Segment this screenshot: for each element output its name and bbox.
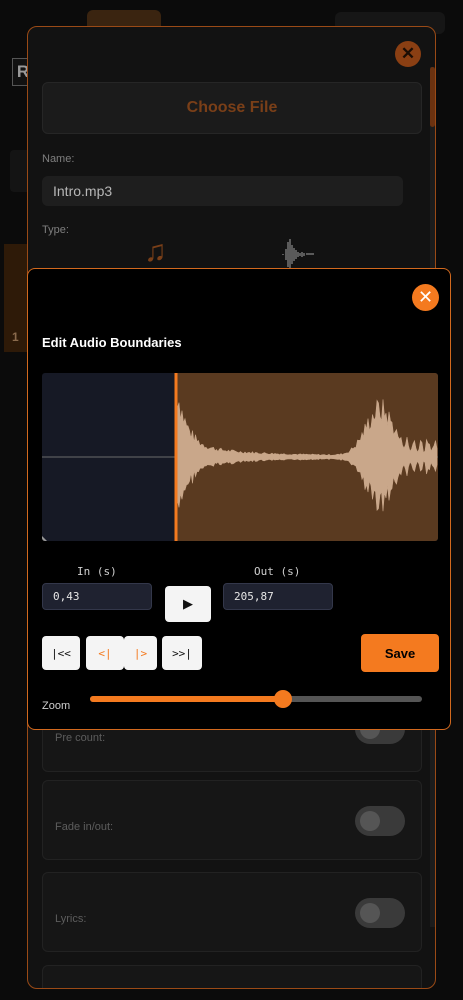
out-label: Out (s) <box>254 565 301 578</box>
name-input[interactable]: Intro.mp3 <box>42 176 403 206</box>
zoom-slider[interactable] <box>90 690 422 708</box>
waveform-view[interactable] <box>42 373 438 541</box>
toggle-knob <box>360 811 380 831</box>
music-note-icon[interactable]: ♫ <box>144 235 167 269</box>
scrollbar-thumb[interactable] <box>430 67 435 127</box>
jump-to-end-button[interactable]: >>| <box>162 636 202 670</box>
file-dialog-close-button[interactable]: ✕ <box>395 41 421 67</box>
close-icon[interactable]: ✕ <box>412 284 439 311</box>
play-button[interactable]: ▶ <box>165 586 211 622</box>
fade-toggle[interactable] <box>355 806 405 836</box>
step-forward-button[interactable]: |> <box>124 636 157 670</box>
step-back-button[interactable]: <| <box>86 636 124 670</box>
in-seconds-input[interactable]: 0,43 <box>42 583 152 610</box>
background-item-number: 1 <box>12 330 19 344</box>
zoom-slider-thumb[interactable] <box>273 690 292 708</box>
in-label: In (s) <box>77 565 117 578</box>
name-label: Name: <box>42 153 75 165</box>
lyrics-row: Lyrics: <box>42 872 422 952</box>
pre-count-label: Pre count: <box>55 732 106 744</box>
lyrics-label: Lyrics: <box>55 913 87 925</box>
type-label: Type: <box>42 224 69 236</box>
zoom-label: Zoom <box>42 700 71 712</box>
edit-audio-boundaries-dialog: ✕ Edit Audio Boundaries In (s) 0,43 ▶ Ou… <box>27 268 451 730</box>
choose-file-button[interactable]: Choose File <box>42 82 422 134</box>
lyrics-toggle[interactable] <box>355 898 405 928</box>
jump-to-start-button[interactable]: |<< <box>42 636 80 670</box>
scroll-corner-marker <box>42 536 47 541</box>
fade-row: Fade in/out: <box>42 780 422 860</box>
waveform-canvas[interactable] <box>42 373 438 541</box>
save-button[interactable]: Save <box>361 634 439 672</box>
out-seconds-input[interactable]: 205,87 <box>223 583 333 610</box>
fade-label: Fade in/out: <box>55 821 114 833</box>
next-option-row <box>42 965 422 988</box>
zoom-slider-fill <box>90 696 283 702</box>
dialog-title: Edit Audio Boundaries <box>42 335 182 350</box>
toggle-knob <box>360 903 380 923</box>
